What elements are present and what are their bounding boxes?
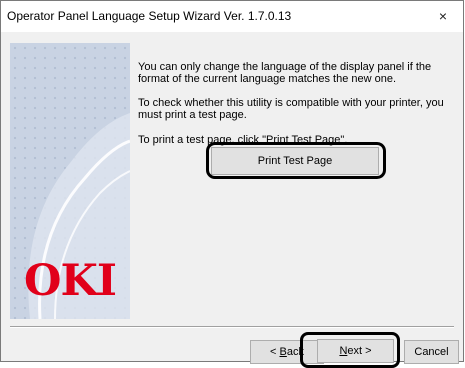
wizard-window: Operator Panel Language Setup Wizard Ver… xyxy=(0,0,464,368)
window-title: Operator Panel Language Setup Wizard Ver… xyxy=(7,9,292,23)
cancel-button[interactable]: Cancel xyxy=(404,340,459,364)
back-accel: B xyxy=(279,346,287,358)
wizard-content: OKI You can only change the language of … xyxy=(1,32,463,368)
oki-logo: OKI xyxy=(24,256,117,306)
info-paragraph-2: To check whether this utility is compati… xyxy=(138,97,444,121)
back-prefix: < xyxy=(270,346,280,358)
side-banner-image: OKI xyxy=(10,43,130,319)
close-icon[interactable]: × xyxy=(423,1,463,32)
info-paragraph-1: You can only change the language of the … xyxy=(138,61,432,85)
separator-line xyxy=(10,326,454,328)
title-bar: Operator Panel Language Setup Wizard Ver… xyxy=(1,1,463,32)
highlight-ring-print xyxy=(206,142,386,179)
